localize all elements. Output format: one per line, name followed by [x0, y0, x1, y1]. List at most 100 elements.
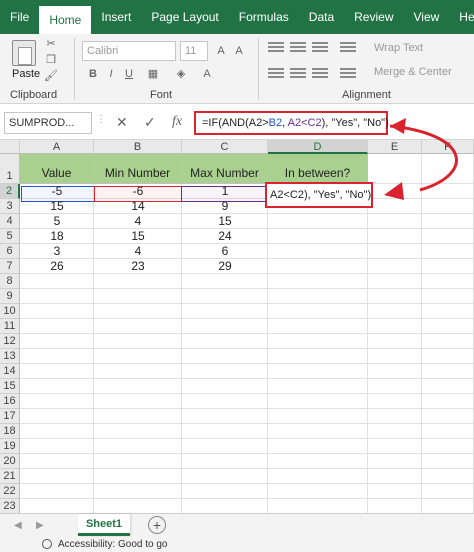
grid-cell[interactable]	[422, 349, 474, 364]
grid-cell[interactable]	[94, 439, 182, 454]
grid-cell[interactable]	[368, 349, 422, 364]
grid-cell[interactable]	[422, 244, 474, 259]
grid-cell[interactable]	[94, 469, 182, 484]
grid-cell[interactable]	[422, 319, 474, 334]
copy-icon[interactable]: ❐	[44, 54, 58, 66]
grid-cell[interactable]	[422, 409, 474, 424]
table-cell[interactable]: 18	[20, 229, 94, 244]
grid-cell[interactable]	[268, 484, 368, 499]
bold-icon[interactable]: B	[86, 68, 100, 80]
format-painter-icon[interactable]: 🖌	[44, 70, 58, 82]
grid-cell[interactable]	[268, 394, 368, 409]
table-cell[interactable]: 9	[182, 199, 268, 214]
grid-cell[interactable]	[422, 259, 474, 274]
grid-cell[interactable]	[268, 364, 368, 379]
status-text[interactable]: Accessibility: Good to go	[58, 537, 168, 552]
table-cell[interactable]: 3	[20, 244, 94, 259]
grid-cell[interactable]	[20, 274, 94, 289]
grid-cell[interactable]	[422, 274, 474, 289]
tab-home[interactable]: Home	[39, 6, 92, 34]
tab-data[interactable]: Data	[299, 0, 344, 34]
grid-cell[interactable]	[182, 499, 268, 514]
grid-cell[interactable]	[20, 454, 94, 469]
cut-icon[interactable]: ✂	[44, 38, 58, 50]
row-header[interactable]: 20	[0, 454, 20, 469]
grid-cell[interactable]	[182, 469, 268, 484]
grid-cell[interactable]	[422, 379, 474, 394]
table-cell[interactable]: -5	[20, 184, 94, 199]
row-header[interactable]: 12	[0, 334, 20, 349]
grid-cell[interactable]	[422, 364, 474, 379]
grid-cell[interactable]	[94, 379, 182, 394]
table-cell[interactable]: 6	[182, 244, 268, 259]
row-header[interactable]: 11	[0, 319, 20, 334]
grid-cell[interactable]	[368, 469, 422, 484]
grid-cell[interactable]	[182, 319, 268, 334]
tab-review[interactable]: Review	[344, 0, 403, 34]
row-header[interactable]: 5	[0, 229, 20, 244]
grid-cell[interactable]	[268, 259, 368, 274]
grid-cell[interactable]	[94, 274, 182, 289]
row-header[interactable]: 1	[0, 154, 20, 184]
grid-cell[interactable]	[20, 349, 94, 364]
grid-cell[interactable]	[94, 319, 182, 334]
grid-cell[interactable]	[268, 229, 368, 244]
cell-d2-editor[interactable]: A2<C2), "Yes", "No")	[265, 182, 373, 208]
grid-cell[interactable]	[20, 499, 94, 514]
font-size-select[interactable]: 11	[180, 41, 208, 61]
grid-cell[interactable]	[422, 499, 474, 514]
grid-cell[interactable]	[20, 364, 94, 379]
header-min-number[interactable]: Min Number	[94, 154, 182, 184]
row-header[interactable]: 3	[0, 199, 20, 214]
grid-cell[interactable]	[368, 484, 422, 499]
font-name-select[interactable]: Calibri	[82, 41, 176, 61]
grid-cell[interactable]	[368, 289, 422, 304]
row-header[interactable]: 13	[0, 349, 20, 364]
column-header-c[interactable]: C	[182, 140, 268, 154]
italic-icon[interactable]: I	[104, 68, 118, 80]
grid-cell[interactable]	[368, 319, 422, 334]
grid-cell[interactable]	[368, 424, 422, 439]
formula-input[interactable]: =IF(AND(A2>B2, A2<C2), "Yes", "No")	[194, 111, 389, 135]
grid-cell[interactable]	[20, 409, 94, 424]
table-cell[interactable]: 1	[182, 184, 268, 199]
grid-cell[interactable]	[268, 319, 368, 334]
row-header[interactable]: 6	[0, 244, 20, 259]
grid-cell[interactable]	[268, 379, 368, 394]
table-cell[interactable]: 4	[94, 244, 182, 259]
row-header[interactable]: 8	[0, 274, 20, 289]
grid-cell[interactable]	[368, 244, 422, 259]
grid-cell[interactable]	[20, 469, 94, 484]
grid-cell[interactable]	[368, 364, 422, 379]
grid-cell[interactable]	[268, 214, 368, 229]
grid-cell[interactable]	[94, 289, 182, 304]
grid-cell[interactable]	[20, 379, 94, 394]
header-in-between[interactable]: In between?	[268, 154, 368, 184]
grid-cell[interactable]	[94, 334, 182, 349]
grid-cell[interactable]	[182, 424, 268, 439]
grid-cell[interactable]	[368, 259, 422, 274]
grid-cell[interactable]	[368, 499, 422, 514]
grid-cell[interactable]	[422, 424, 474, 439]
row-header[interactable]: 7	[0, 259, 20, 274]
row-header[interactable]: 15	[0, 379, 20, 394]
row-header[interactable]: 10	[0, 304, 20, 319]
grid-cell[interactable]	[268, 274, 368, 289]
align-left-icon[interactable]	[268, 68, 284, 82]
indent-icon[interactable]	[340, 68, 356, 82]
grid-cell[interactable]	[268, 304, 368, 319]
underline-icon[interactable]: U	[122, 68, 136, 80]
grid-cell[interactable]	[182, 364, 268, 379]
row-header[interactable]: 21	[0, 469, 20, 484]
font-color-icon[interactable]: A	[200, 68, 214, 80]
align-center-icon[interactable]	[290, 68, 306, 82]
row-header[interactable]: 2	[0, 184, 20, 199]
grid-cell[interactable]	[268, 289, 368, 304]
grid-cell[interactable]	[20, 289, 94, 304]
grid-cell[interactable]	[182, 409, 268, 424]
row-header[interactable]: 16	[0, 394, 20, 409]
column-header-a[interactable]: A	[20, 140, 94, 154]
align-middle-icon[interactable]	[290, 42, 306, 56]
grid-cell[interactable]	[182, 394, 268, 409]
row-header[interactable]: 4	[0, 214, 20, 229]
